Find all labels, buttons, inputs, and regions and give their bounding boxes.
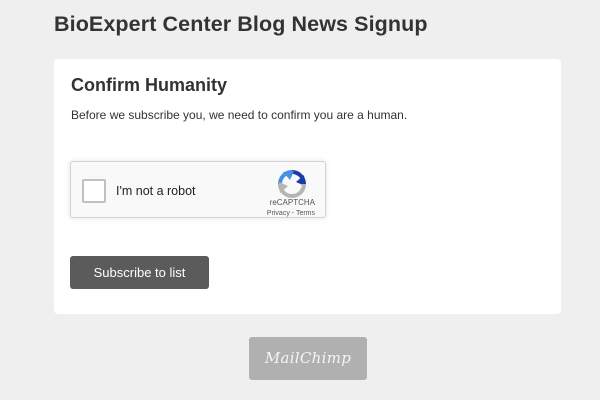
mailchimp-logo-text: MailChimp <box>264 349 352 367</box>
recaptcha-logo-icon <box>278 170 306 198</box>
signup-card: Confirm Humanity Before we subscribe you… <box>54 59 561 314</box>
card-intro-text: Before we subscribe you, we need to conf… <box>71 108 408 122</box>
subscribe-button[interactable]: Subscribe to list <box>70 256 209 289</box>
recaptcha-brand-text: reCAPTCHA <box>269 198 315 207</box>
page-title: BioExpert Center Blog News Signup <box>54 12 428 36</box>
card-title: Confirm Humanity <box>71 75 228 95</box>
recaptcha-links: Privacy - Terms <box>267 209 315 218</box>
recaptcha-checkbox-label[interactable]: I'm not a robot <box>116 183 196 199</box>
page: BioExpert Center Blog News Signup Confir… <box>0 0 600 400</box>
mailchimp-badge[interactable]: MailChimp <box>249 337 367 380</box>
recaptcha-privacy-link[interactable]: Privacy <box>267 210 290 217</box>
recaptcha-terms-link[interactable]: Terms <box>296 210 315 217</box>
recaptcha-checkbox[interactable] <box>82 179 106 203</box>
recaptcha-widget: I'm not a robot reCAPTCHA Privacy - Term… <box>70 161 326 218</box>
